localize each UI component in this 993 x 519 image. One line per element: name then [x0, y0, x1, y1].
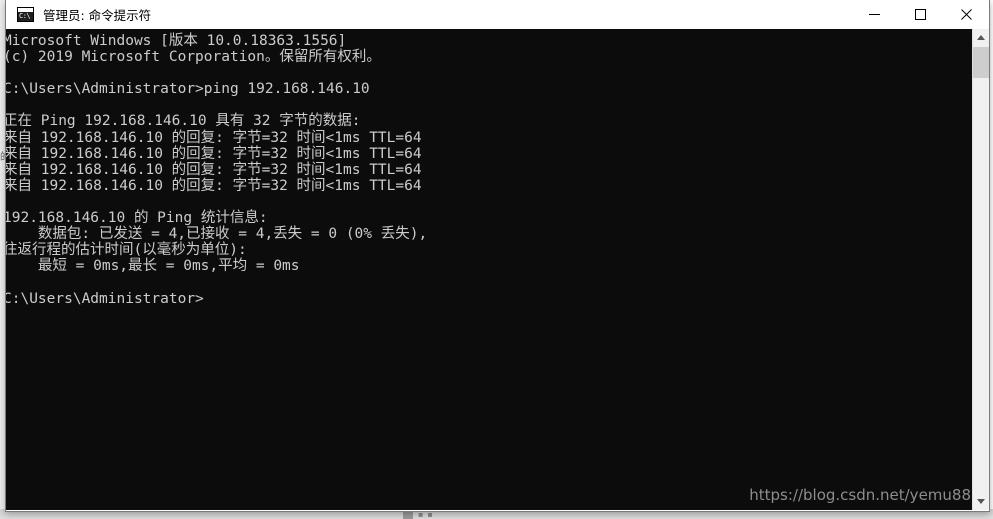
command-prompt-window[interactable]: C:\ 管理员: 命令提示符 Microsoft Windows [版本 10.… [5, 0, 990, 512]
cmd-icon-glyph: C:\ [19, 12, 31, 20]
title-bar[interactable]: C:\ 管理员: 命令提示符 [6, 0, 989, 30]
console-text: Microsoft Windows [版本 10.0.18363.1556] (… [6, 33, 428, 307]
close-icon [960, 9, 972, 20]
console-output-area[interactable]: Microsoft Windows [版本 10.0.18363.1556] (… [6, 29, 989, 510]
minimize-icon [868, 14, 880, 15]
console-scrollbar[interactable] [972, 29, 989, 510]
maximize-button[interactable] [897, 0, 943, 29]
maximize-icon [914, 9, 926, 20]
minimize-button[interactable] [851, 0, 897, 29]
window-title: 管理员: 命令提示符 [43, 8, 152, 23]
scroll-up-arrow-icon[interactable] [973, 29, 989, 46]
window-controls [851, 0, 989, 29]
cmd-icon: C:\ [17, 7, 34, 22]
close-button[interactable] [943, 0, 989, 29]
scroll-down-arrow-icon[interactable] [973, 493, 989, 510]
chevron-down-icon [977, 499, 985, 504]
background-bottom-dots: ▪▪ [418, 510, 437, 519]
chevron-up-icon [977, 35, 985, 40]
scrollbar-thumb[interactable] [973, 47, 989, 78]
watermark: https://blog.csdn.net/yemu88 [749, 486, 971, 504]
desktop: 的 表 帮 学 题 支 表 换 N 描 查 加 参 构 有 无 使 指 指 指 … [0, 0, 993, 519]
